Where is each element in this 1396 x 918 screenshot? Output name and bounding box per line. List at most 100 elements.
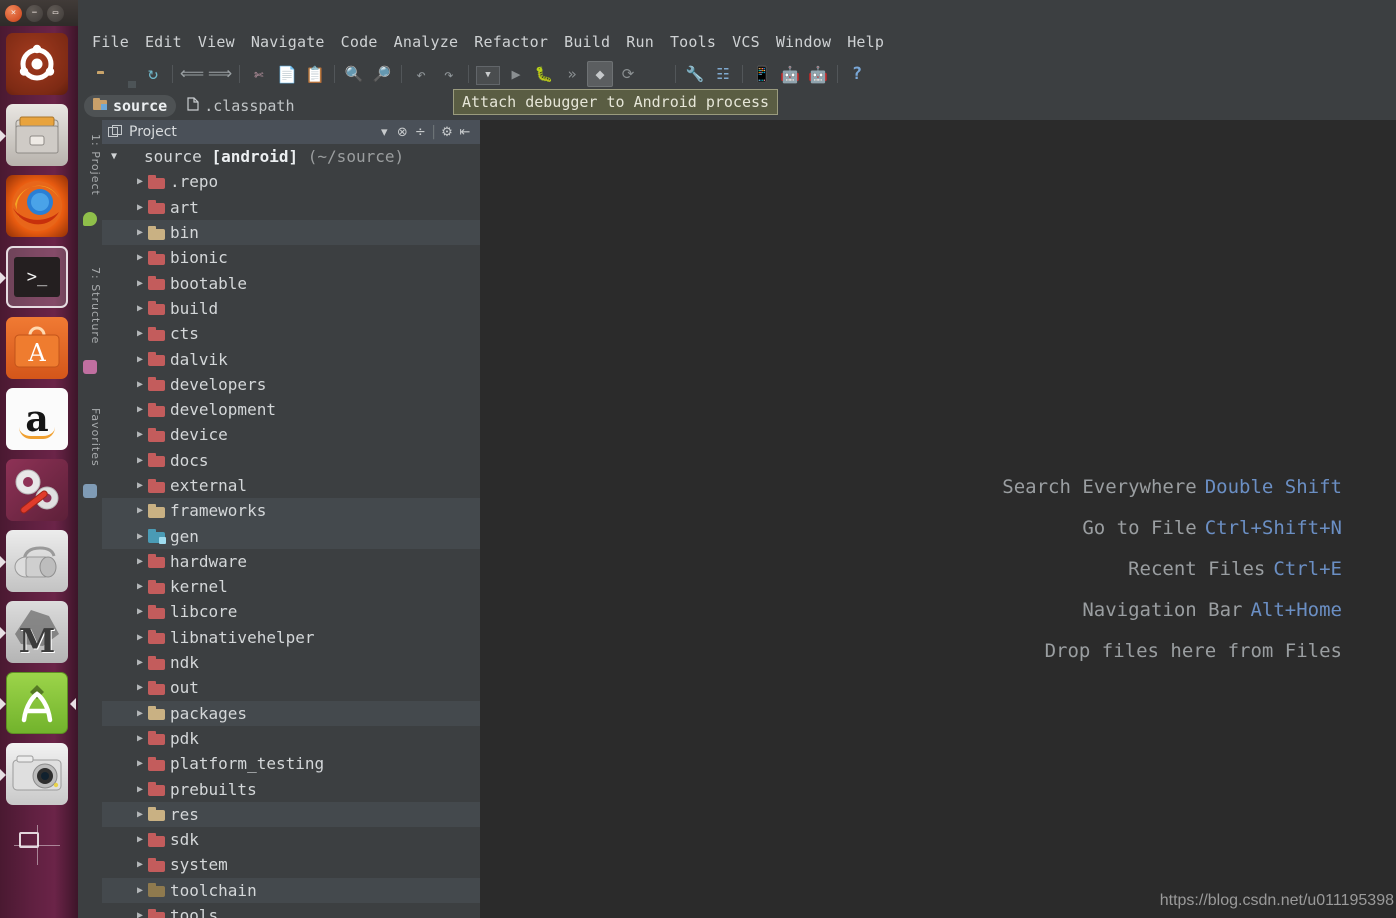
- chevron-right-icon[interactable]: ▶: [132, 303, 148, 314]
- tree-node[interactable]: ▼ source [android] (~/source): [102, 144, 480, 169]
- tree-node[interactable]: ▶ gen: [102, 523, 480, 549]
- chevron-right-icon[interactable]: ▶: [132, 834, 148, 845]
- sdk-manager-icon[interactable]: 🔧: [682, 61, 708, 87]
- menu-window[interactable]: Window: [768, 33, 839, 51]
- launcher-item-firefox[interactable]: [4, 173, 72, 241]
- chevron-right-icon[interactable]: ▶: [132, 581, 148, 592]
- minimize-window-button[interactable]: −: [26, 4, 43, 22]
- android-icon[interactable]: 🤖: [805, 61, 831, 87]
- chevron-right-icon[interactable]: ▶: [132, 885, 148, 896]
- run-coverage-icon[interactable]: »: [559, 61, 585, 87]
- menu-help[interactable]: Help: [839, 33, 892, 51]
- chevron-right-icon[interactable]: ▶: [132, 354, 148, 365]
- chevron-right-icon[interactable]: ▶: [132, 227, 148, 238]
- find-icon[interactable]: 🔍: [341, 61, 367, 87]
- launcher-item-mendeley[interactable]: M: [0, 599, 72, 667]
- forward-icon[interactable]: ⟹: [207, 61, 233, 87]
- collapse-scope-icon[interactable]: ⊗: [393, 123, 411, 141]
- tree-node[interactable]: ▶ kernel: [102, 574, 480, 599]
- chevron-right-icon[interactable]: ▶: [132, 379, 148, 390]
- menu-file[interactable]: File: [84, 33, 137, 51]
- tree-node[interactable]: ▶ external: [102, 473, 480, 498]
- tree-node[interactable]: ▶ art: [102, 195, 480, 220]
- tree-node[interactable]: ▶ out: [102, 675, 480, 700]
- maximize-window-button[interactable]: ▭: [47, 4, 64, 22]
- chevron-right-icon[interactable]: ▶: [132, 809, 148, 820]
- tree-node[interactable]: ▶ system: [102, 852, 480, 877]
- structure-icon[interactable]: [83, 360, 97, 374]
- copy-icon[interactable]: 📄: [274, 61, 300, 87]
- run-configurations-dropdown[interactable]: ▼: [475, 61, 501, 87]
- chevron-right-icon[interactable]: ▶: [132, 328, 148, 339]
- tab-source[interactable]: source: [84, 95, 177, 117]
- tool-window-label-structure[interactable]: 7: Structure: [78, 260, 102, 352]
- debug-icon[interactable]: 🐛: [531, 61, 557, 87]
- chevron-right-icon[interactable]: ▶: [132, 708, 148, 719]
- menu-tools[interactable]: Tools: [662, 33, 724, 51]
- chevron-right-icon[interactable]: ▶: [132, 784, 148, 795]
- paste-icon[interactable]: 📋: [302, 61, 328, 87]
- menu-analyze[interactable]: Analyze: [386, 33, 467, 51]
- chevron-right-icon[interactable]: ▶: [132, 480, 148, 491]
- chevron-right-icon[interactable]: ▶: [132, 278, 148, 289]
- tree-node[interactable]: ▶ pdk: [102, 726, 480, 751]
- chevron-right-icon[interactable]: ▶: [132, 505, 148, 516]
- tree-node[interactable]: ▶ developers: [102, 372, 480, 397]
- chevron-right-icon[interactable]: ▶: [132, 252, 148, 263]
- chevron-right-icon[interactable]: ▶: [132, 859, 148, 870]
- hide-panel-icon[interactable]: ⇤: [456, 123, 474, 141]
- menu-navigate[interactable]: Navigate: [243, 33, 333, 51]
- tree-node[interactable]: ▶ libcore: [102, 599, 480, 624]
- favorites-icon[interactable]: [83, 484, 97, 498]
- chevron-down-icon[interactable]: ▼: [106, 151, 122, 162]
- close-window-button[interactable]: ×: [5, 4, 22, 22]
- tree-node[interactable]: ▶ device: [102, 422, 480, 447]
- tool-window-label-favorites[interactable]: Favorites: [78, 398, 102, 476]
- collapse-all-icon[interactable]: ÷: [411, 123, 429, 141]
- chevron-right-icon[interactable]: ▶: [132, 758, 148, 769]
- tree-node[interactable]: ▶ ndk: [102, 650, 480, 675]
- launcher-item-ubuntu-dash[interactable]: [4, 31, 72, 99]
- save-all-icon[interactable]: [112, 61, 138, 87]
- tree-node[interactable]: ▶ platform_testing: [102, 751, 480, 776]
- tree-node[interactable]: ▶ libnativehelper: [102, 625, 480, 650]
- menu-refactor[interactable]: Refactor: [466, 33, 556, 51]
- attach-debugger-icon[interactable]: ◆: [587, 61, 613, 87]
- tool-window-label-project[interactable]: 1: Project: [78, 124, 102, 206]
- stop-icon[interactable]: [643, 61, 669, 87]
- project-tree[interactable]: ▼ source [android] (~/source) ▶ .repo ▶ art ▶ b…: [102, 144, 480, 918]
- launcher-item-software-center[interactable]: A: [4, 315, 72, 383]
- avd-icon[interactable]: 🤖: [777, 61, 803, 87]
- launcher-item-amazon[interactable]: a: [4, 386, 72, 454]
- launcher-item-files[interactable]: [0, 102, 72, 170]
- launcher-item-printers[interactable]: [0, 528, 72, 596]
- menu-build[interactable]: Build: [556, 33, 618, 51]
- open-project-icon[interactable]: [84, 61, 110, 87]
- run-icon[interactable]: ▶: [503, 61, 529, 87]
- tree-node[interactable]: ▶ frameworks: [102, 498, 480, 524]
- menu-vcs[interactable]: VCS: [724, 33, 768, 51]
- sync-icon[interactable]: ↻: [140, 61, 166, 87]
- help-icon[interactable]: ?: [844, 61, 870, 87]
- undo-icon[interactable]: ↶: [408, 61, 434, 87]
- tree-node[interactable]: ▶ res: [102, 801, 480, 828]
- settings-gear-icon[interactable]: ⚙: [438, 123, 456, 141]
- chevron-right-icon[interactable]: ▶: [132, 657, 148, 668]
- menu-run[interactable]: Run: [618, 33, 662, 51]
- tree-node[interactable]: ▶ .repo: [102, 169, 480, 194]
- launcher-item-android-studio[interactable]: [0, 670, 76, 738]
- cut-icon[interactable]: ✄: [246, 61, 272, 87]
- tree-node[interactable]: ▶ toolchain: [102, 877, 480, 903]
- tree-node[interactable]: ▶ bootable: [102, 270, 480, 295]
- rerun-icon[interactable]: ⟳: [615, 61, 641, 87]
- redo-icon[interactable]: ↷: [436, 61, 462, 87]
- launcher-item-camera[interactable]: [0, 741, 72, 809]
- chevron-right-icon[interactable]: ▶: [132, 404, 148, 415]
- tree-node[interactable]: ▶ cts: [102, 321, 480, 346]
- launcher-item-system-settings[interactable]: [4, 457, 72, 525]
- chevron-right-icon[interactable]: ▶: [132, 429, 148, 440]
- launcher-item-terminal[interactable]: >_: [0, 244, 72, 312]
- tree-node[interactable]: ▶ docs: [102, 448, 480, 473]
- tree-node[interactable]: ▶ bin: [102, 219, 480, 246]
- tree-node[interactable]: ▶ dalvik: [102, 346, 480, 371]
